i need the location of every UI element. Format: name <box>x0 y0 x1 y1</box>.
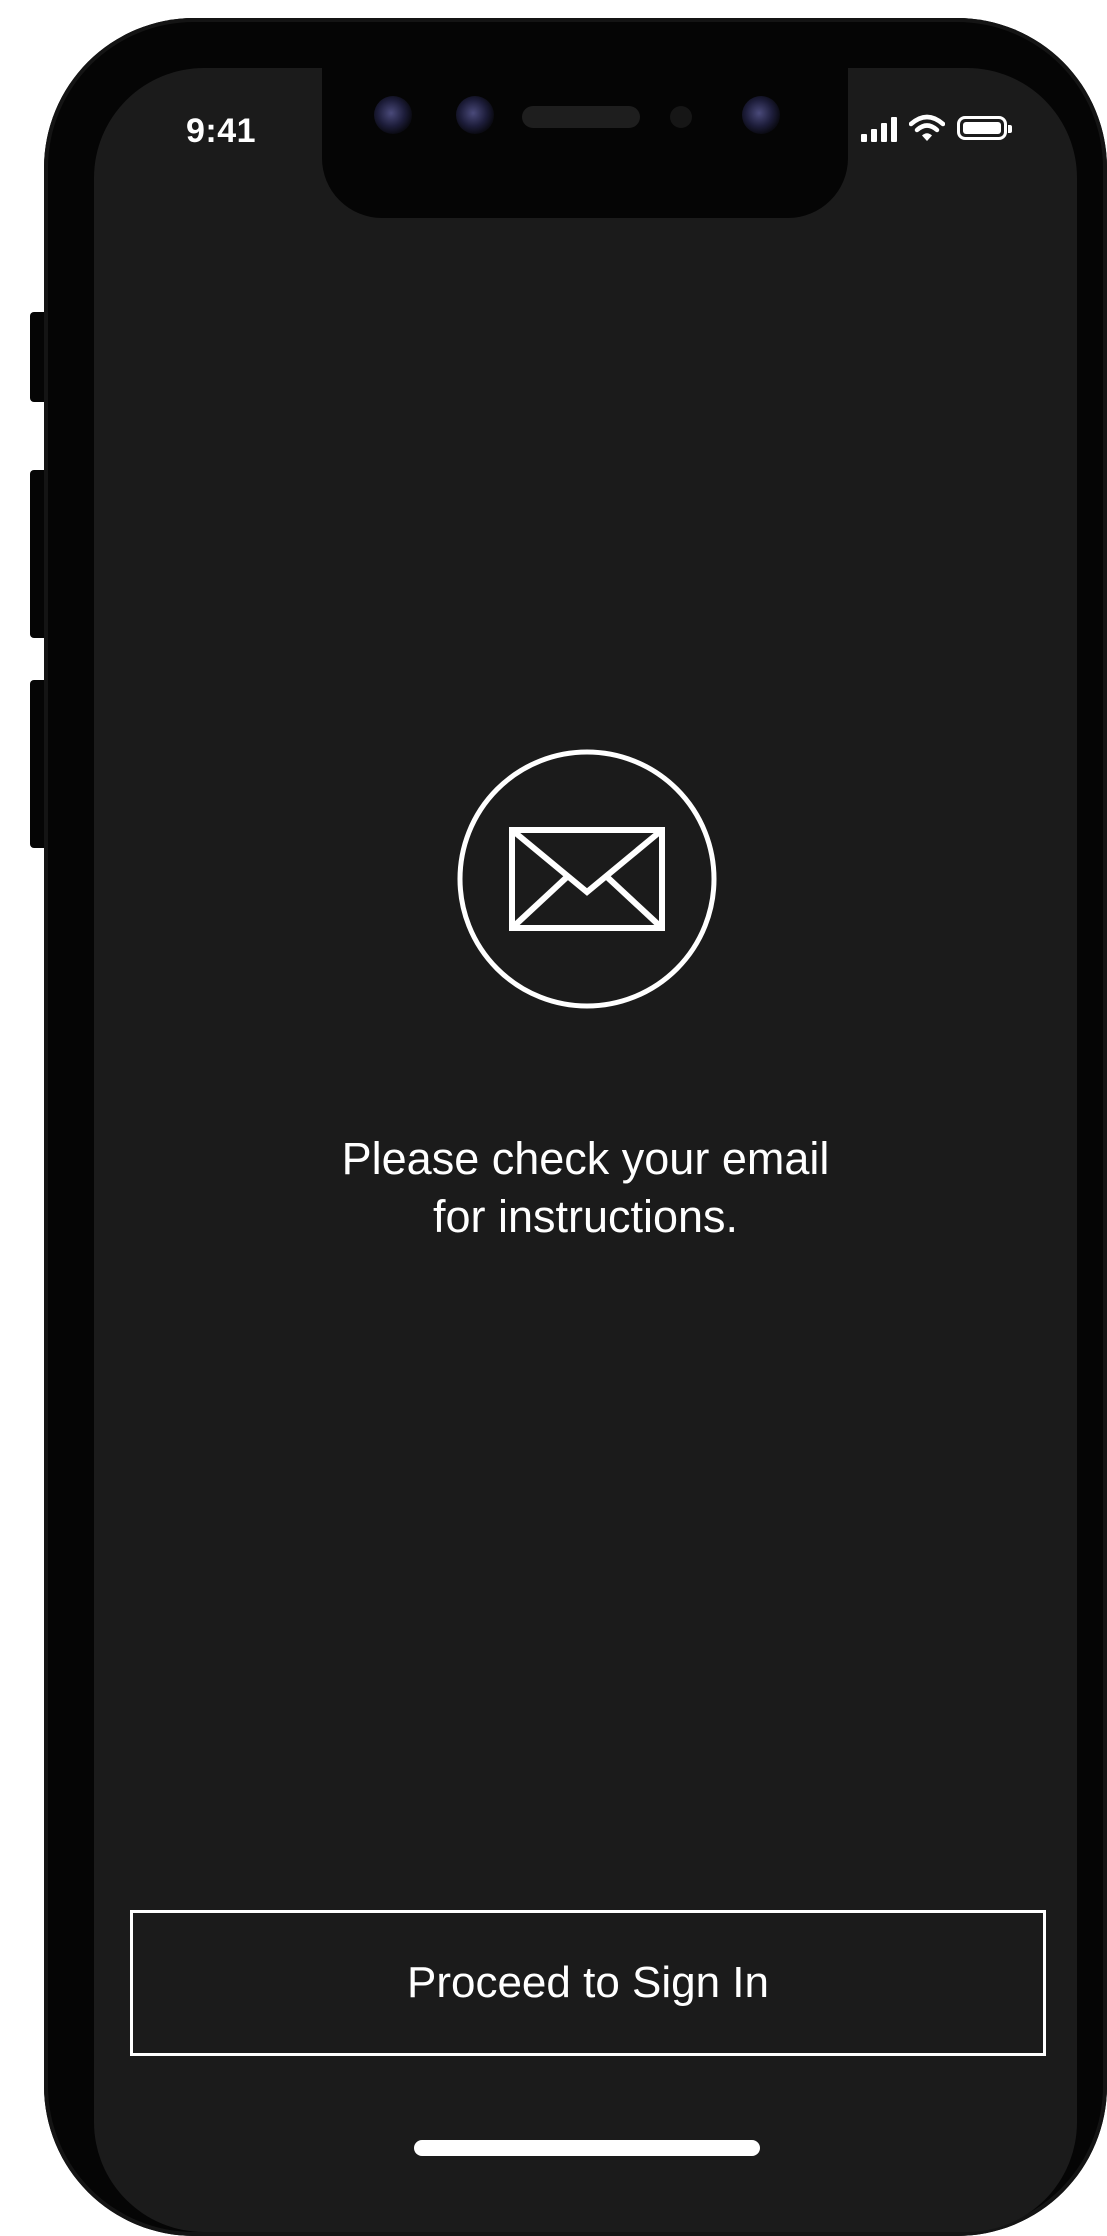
front-camera-icon <box>456 96 494 134</box>
front-camera-icon <box>374 96 412 134</box>
status-icons <box>861 114 1012 142</box>
instructions-message: Please check your email for instructions… <box>94 1130 1077 1246</box>
envelope-icon <box>457 749 717 1009</box>
proximity-sensor <box>670 106 692 128</box>
page: 9:41 Please check your email for instruc… <box>0 0 1107 2236</box>
battery-icon <box>957 116 1012 140</box>
status-time: 9:41 <box>186 112 257 150</box>
earpiece-speaker <box>522 106 640 128</box>
phone-screen: 9:41 Please check your email for instruc… <box>94 68 1077 2232</box>
proceed-to-sign-in-button[interactable]: Proceed to Sign In <box>130 1910 1046 2056</box>
home-indicator[interactable] <box>414 2140 760 2156</box>
battery-level <box>963 122 1001 134</box>
front-camera-icon <box>742 96 780 134</box>
notch <box>322 68 848 218</box>
message-line-1: Please check your email <box>341 1133 830 1184</box>
message-line-2: for instructions. <box>432 1191 739 1242</box>
wifi-icon <box>909 114 945 141</box>
cellular-signal-icon <box>861 114 897 142</box>
